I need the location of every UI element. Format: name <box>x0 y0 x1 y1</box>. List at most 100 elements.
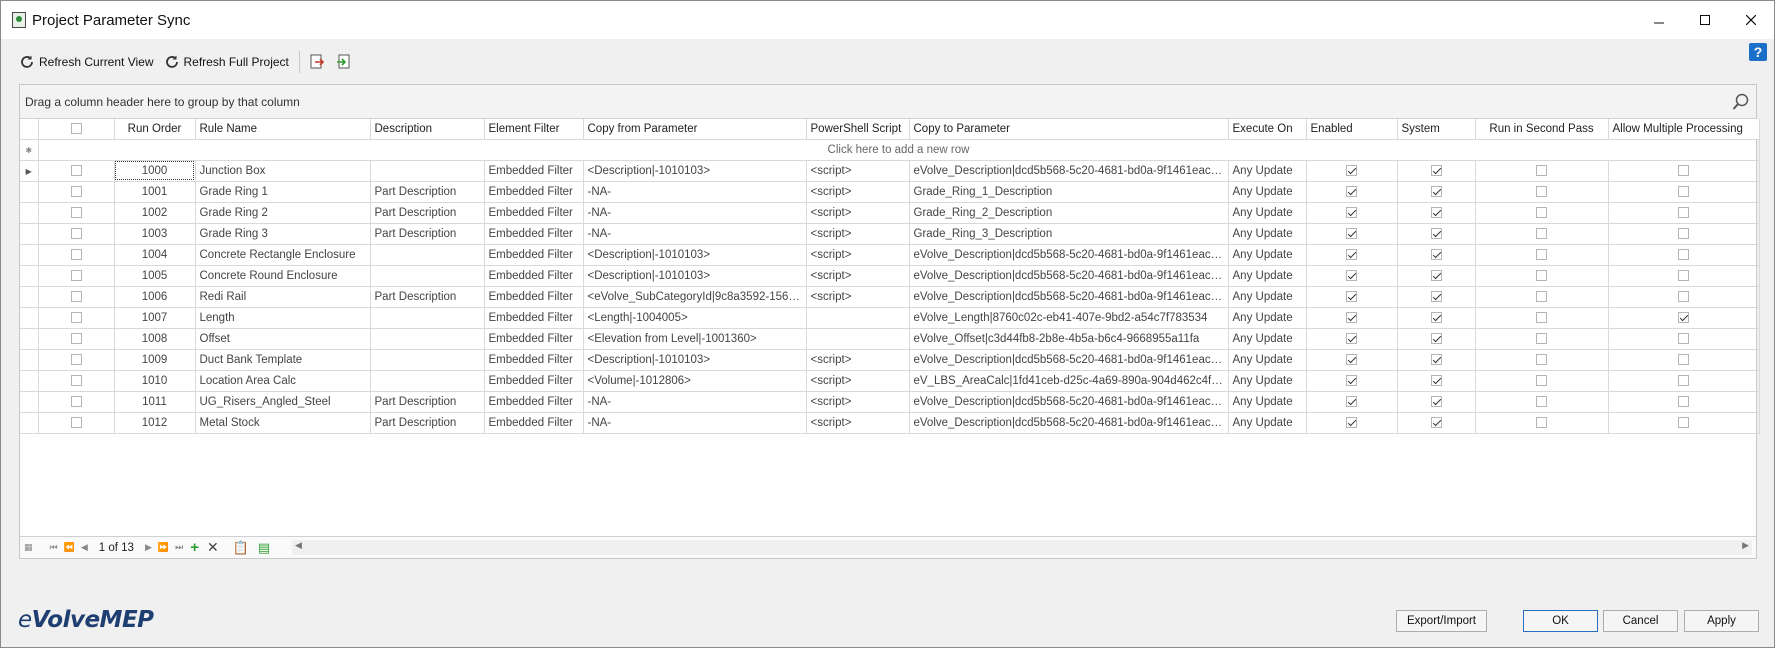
element-filter-cell[interactable]: Embedded Filter <box>484 181 584 203</box>
enabled-cell[interactable] <box>1306 307 1398 329</box>
row-select-cell[interactable] <box>38 307 115 329</box>
scroll-left-icon[interactable]: ◀ <box>295 540 302 551</box>
allow-multiple-processing-cell[interactable] <box>1608 286 1760 308</box>
row-select-checkbox[interactable] <box>70 227 82 239</box>
description-cell[interactable]: Part Description <box>370 391 485 413</box>
copy-to-parameter-cell[interactable]: eV_LBS_AreaCalc|1fd41ceb-d25c-4a69-890a-… <box>909 370 1229 392</box>
table-row[interactable]: 1005 Concrete Round Enclosure Embedded Fil… <box>20 265 1760 287</box>
allow-multiple-processing-cell[interactable] <box>1608 181 1760 203</box>
system-checkbox[interactable] <box>1430 353 1442 365</box>
copy-to-parameter-cell[interactable]: eVolve_Description|dcd5b568-5c20-4681-bd… <box>909 265 1229 287</box>
row-select-cell[interactable] <box>38 412 115 434</box>
copy-from-parameter-cell[interactable]: <Volume|-1012806> <box>583 370 807 392</box>
powershell-script-cell[interactable]: <script> <box>806 181 910 203</box>
rule-name-cell[interactable]: Junction Box <box>195 160 371 182</box>
system-checkbox[interactable] <box>1430 164 1442 176</box>
element-filter-cell[interactable]: Embedded Filter <box>484 265 584 287</box>
next-record-icon[interactable]: ▶ <box>145 542 152 553</box>
run-in-second-pass-cell[interactable] <box>1475 391 1609 413</box>
system-cell[interactable] <box>1397 328 1476 350</box>
run-in-second-pass-checkbox[interactable] <box>1536 332 1547 344</box>
run-in-second-pass-cell[interactable] <box>1475 286 1609 308</box>
navigator-menu-icon[interactable]: ▦ <box>24 542 33 553</box>
enabled-cell[interactable] <box>1306 223 1398 245</box>
allow-multiple-processing-checkbox[interactable] <box>1678 374 1689 386</box>
add-record-icon[interactable]: + <box>190 539 199 556</box>
run-in-second-pass-cell[interactable] <box>1475 202 1609 224</box>
powershell-script-cell[interactable]: <script> <box>806 412 910 434</box>
allow-multiple-processing-checkbox[interactable] <box>1678 353 1689 365</box>
minimize-button[interactable] <box>1636 1 1682 39</box>
run-order-cell[interactable]: 1004 <box>114 244 196 266</box>
column-header-copy-to-parameter[interactable]: Copy to Parameter <box>909 119 1229 140</box>
system-cell[interactable] <box>1397 160 1476 182</box>
enabled-checkbox[interactable] <box>1346 269 1357 281</box>
enabled-cell[interactable] <box>1306 391 1398 413</box>
element-filter-cell[interactable]: Embedded Filter <box>484 202 584 224</box>
run-order-cell[interactable]: 1012 <box>114 412 196 434</box>
allow-multiple-processing-checkbox[interactable] <box>1678 332 1689 344</box>
row-select-cell[interactable] <box>38 223 115 245</box>
run-order-cell[interactable]: 1000 <box>114 160 196 182</box>
enabled-cell[interactable] <box>1306 265 1398 287</box>
element-filter-cell[interactable]: Embedded Filter <box>484 307 584 329</box>
row-select-cell[interactable] <box>38 265 115 287</box>
run-in-second-pass-checkbox[interactable] <box>1536 290 1547 302</box>
description-cell[interactable]: Part Description <box>370 286 485 308</box>
run-order-cell[interactable]: 1002 <box>114 202 196 224</box>
copy-to-parameter-cell[interactable]: eVolve_Description|dcd5b568-5c20-4681-bd… <box>909 244 1229 266</box>
row-select-cell[interactable] <box>38 391 115 413</box>
table-row[interactable]: 1002 Grade Ring 2 Part Description Embedded… <box>20 202 1760 224</box>
execute-on-cell[interactable]: Any Update <box>1228 160 1307 182</box>
run-in-second-pass-checkbox[interactable] <box>1536 206 1547 218</box>
table-row[interactable]: 1003 Grade Ring 3 Part Description Embedded… <box>20 223 1760 245</box>
enabled-cell[interactable] <box>1306 328 1398 350</box>
table-row[interactable]: 1004 Concrete Rectangle Enclosure Embedded… <box>20 244 1760 266</box>
apply-button[interactable]: Apply <box>1684 610 1759 632</box>
system-checkbox[interactable] <box>1430 332 1442 344</box>
allow-multiple-processing-checkbox[interactable] <box>1678 206 1689 218</box>
system-cell[interactable] <box>1397 286 1476 308</box>
table-row[interactable]: 1009 Duct Bank Template Embedded Filter <De… <box>20 349 1760 371</box>
table-row[interactable]: 1007 Length Embedded Filter <Length|-100400… <box>20 307 1760 329</box>
row-select-cell[interactable] <box>38 286 115 308</box>
execute-on-cell[interactable]: Any Update <box>1228 202 1307 224</box>
element-filter-cell[interactable]: Embedded Filter <box>484 160 584 182</box>
rule-name-cell[interactable]: Offset <box>195 328 371 350</box>
execute-on-cell[interactable]: Any Update <box>1228 328 1307 350</box>
row-select-checkbox[interactable] <box>70 311 82 323</box>
row-select-cell[interactable] <box>38 160 115 182</box>
powershell-script-cell[interactable] <box>806 328 910 350</box>
previous-record-icon[interactable]: ◀ <box>81 542 88 553</box>
system-checkbox[interactable] <box>1430 290 1442 302</box>
run-in-second-pass-cell[interactable] <box>1475 307 1609 329</box>
run-order-cell[interactable]: 1006 <box>114 286 196 308</box>
row-select-cell[interactable] <box>38 328 115 350</box>
enabled-cell[interactable] <box>1306 412 1398 434</box>
ok-button[interactable]: OK <box>1523 610 1598 632</box>
description-cell[interactable] <box>370 349 485 371</box>
enabled-checkbox[interactable] <box>1346 206 1357 218</box>
rule-name-cell[interactable]: Concrete Rectangle Enclosure <box>195 244 371 266</box>
table-row[interactable]: 1006 Redi Rail Part Description Embedded Fi… <box>20 286 1760 308</box>
enabled-checkbox[interactable] <box>1346 248 1357 260</box>
description-cell[interactable] <box>370 244 485 266</box>
run-in-second-pass-checkbox[interactable] <box>1536 374 1547 386</box>
system-cell[interactable] <box>1397 265 1476 287</box>
allow-multiple-processing-checkbox[interactable] <box>1678 395 1689 407</box>
system-cell[interactable] <box>1397 223 1476 245</box>
row-select-checkbox[interactable] <box>70 164 82 176</box>
system-checkbox[interactable] <box>1430 185 1442 197</box>
powershell-script-cell[interactable]: <script> <box>806 244 910 266</box>
select-all-checkbox[interactable] <box>70 123 82 135</box>
previous-page-group-icon[interactable]: ⏪ <box>64 542 75 553</box>
run-in-second-pass-checkbox[interactable] <box>1536 311 1547 323</box>
run-in-second-pass-checkbox[interactable] <box>1536 269 1547 281</box>
column-header-powershell-script[interactable]: PowerShell Script <box>806 119 910 140</box>
element-filter-cell[interactable]: Embedded Filter <box>484 328 584 350</box>
table-row[interactable]: ▶ 1000 Junction Box Embedded Filter <Descrip… <box>20 160 1760 182</box>
powershell-script-cell[interactable]: <script> <box>806 391 910 413</box>
copy-to-parameter-cell[interactable]: Grade_Ring_2_Description <box>909 202 1229 224</box>
description-cell[interactable] <box>370 160 485 182</box>
select-all-header[interactable] <box>38 119 115 140</box>
